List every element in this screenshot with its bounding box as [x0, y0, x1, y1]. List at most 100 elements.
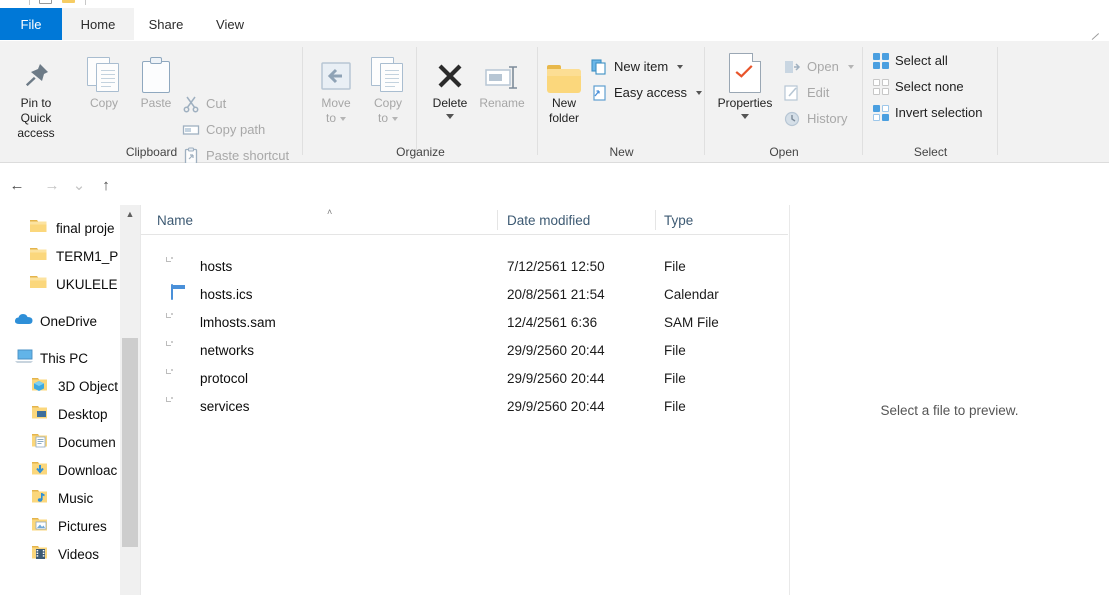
file-icon	[166, 256, 187, 276]
sidebar-item-downloads[interactable]: Downloac	[32, 456, 117, 484]
file-type: Calendar	[664, 286, 719, 302]
delete-button[interactable]: Delete	[420, 47, 480, 119]
table-row[interactable]: services 29/9/2560 20:44 File	[141, 392, 788, 420]
rename-button[interactable]: Rename	[472, 47, 532, 111]
sidebar-item-onedrive[interactable]: OneDrive	[14, 307, 97, 335]
edit-button[interactable]: Edit	[783, 80, 829, 105]
group-label-open: Open	[769, 145, 799, 159]
select-all-icon	[873, 52, 889, 69]
pictures-icon	[32, 517, 50, 535]
preview-message: Select a file to preview.	[880, 403, 1019, 418]
cut-label: Cut	[206, 96, 227, 111]
select-all-button[interactable]: Select all	[873, 48, 948, 73]
open-button[interactable]: Open	[783, 54, 854, 79]
properties-icon	[709, 47, 781, 93]
sidebar-item-desktop[interactable]: Desktop	[32, 400, 108, 428]
cut-button[interactable]: Cut	[182, 91, 226, 116]
new-folder-button[interactable]: New folder	[534, 47, 594, 126]
window-icon[interactable]	[39, 0, 53, 5]
column-header-type[interactable]: Type	[664, 205, 693, 235]
copy-icon	[74, 47, 134, 93]
table-row[interactable]: hosts.ics 20/8/2561 21:54 Calendar	[141, 280, 788, 308]
sidebar-item-videos[interactable]: Videos	[32, 540, 99, 568]
navigation-pane-scrollbar[interactable]: ▲	[120, 205, 140, 595]
calendar-file-icon	[171, 283, 187, 304]
pin-to-quick-access-button[interactable]: Pin to Quick access	[4, 47, 68, 141]
folder-icon	[30, 275, 48, 293]
sidebar-label: final proje	[56, 220, 115, 236]
copy-to-button[interactable]: Copy to	[358, 47, 418, 126]
sidebar-item-pictures[interactable]: Pictures	[32, 512, 107, 540]
table-row[interactable]: lmhosts.sam 12/4/2561 6:36 SAM File	[141, 308, 788, 336]
sidebar-label: OneDrive	[40, 313, 98, 329]
easy-access-icon	[590, 84, 608, 102]
file-type: File	[664, 398, 686, 414]
select-none-button[interactable]: Select none	[873, 74, 964, 99]
scroll-up-icon[interactable]: ▲	[120, 205, 140, 222]
pin-label-line1: Pin to Quick	[20, 96, 52, 125]
sidebar-item-ukulele[interactable]: UKULELE	[30, 270, 118, 298]
properties-button[interactable]: Properties	[709, 47, 781, 119]
easy-access-caret-icon[interactable]	[695, 90, 702, 95]
sidebar-label: UKULELE	[56, 276, 118, 292]
file-type: File	[664, 258, 686, 274]
move-to-caret-icon[interactable]	[340, 116, 346, 121]
copy-path-icon	[182, 121, 200, 139]
file-type: File	[664, 370, 686, 386]
videos-icon	[32, 545, 50, 563]
history-label: History	[807, 111, 848, 126]
sidebar-item-term1[interactable]: TERM1_P	[30, 242, 118, 270]
column-divider-2[interactable]	[655, 210, 656, 230]
copy-button[interactable]: Copy	[74, 47, 134, 111]
delete-caret-icon[interactable]	[446, 114, 454, 119]
tab-view[interactable]: View	[198, 8, 262, 41]
new-item-caret-icon[interactable]	[677, 64, 684, 69]
organize-inner-divider	[416, 47, 417, 155]
table-row[interactable]: hosts 7/12/2561 12:50 File	[141, 252, 788, 280]
table-row[interactable]: networks 29/9/2560 20:44 File	[141, 336, 788, 364]
easy-access-button[interactable]: Easy access	[590, 80, 702, 105]
sidebar-item-music[interactable]: Music	[32, 484, 93, 512]
column-header-date-modified[interactable]: Date modified	[507, 205, 590, 235]
preview-pane: Select a file to preview.	[789, 205, 1109, 595]
tab-share[interactable]: Share	[134, 8, 198, 41]
sidebar-item-this-pc[interactable]: This PC	[14, 344, 88, 372]
sidebar-item-documents[interactable]: Documen	[32, 428, 116, 456]
downloads-icon	[32, 461, 50, 479]
back-button[interactable]: ←	[6, 174, 28, 196]
history-button[interactable]: History	[783, 106, 847, 131]
forward-button[interactable]: →	[41, 174, 63, 196]
qat-divider-2	[85, 0, 86, 5]
file-explorer-window: File Home Share View Pin to Quick access	[0, 0, 1109, 595]
copy-to-label1: Copy	[373, 96, 402, 110]
scrollbar-thumb[interactable]	[122, 338, 138, 547]
folder-icon[interactable]	[62, 0, 76, 5]
paste-button[interactable]: Paste	[126, 47, 186, 111]
recent-locations-button[interactable]: ⌄	[68, 174, 90, 196]
copy-path-button[interactable]: Copy path	[182, 117, 265, 142]
sidebar-label: 3D Object	[58, 378, 119, 394]
column-header-name[interactable]: Name	[157, 205, 193, 235]
copy-to-caret-icon[interactable]	[392, 116, 398, 121]
sidebar-item-3d-objects[interactable]: 3D Object	[32, 372, 118, 400]
move-to-button[interactable]: Move to	[306, 47, 366, 126]
chevron-icon[interactable]	[6, 0, 20, 5]
tab-home[interactable]: Home	[62, 8, 134, 41]
sidebar-item-final-project[interactable]: final proje	[30, 214, 115, 242]
select-none-label: Select none	[895, 79, 964, 94]
ribbon-tab-strip: File Home Share View	[0, 8, 1109, 41]
column-divider-1[interactable]	[497, 210, 498, 230]
move-to-label2: to	[325, 111, 336, 125]
file-name: networks	[200, 342, 255, 358]
rename-label: Rename	[479, 96, 525, 110]
sidebar-label: Downloac	[58, 462, 118, 478]
invert-selection-button[interactable]: Invert selection	[873, 100, 982, 125]
open-caret-icon[interactable]	[847, 64, 854, 69]
table-row[interactable]: protocol 29/9/2560 20:44 File	[141, 364, 788, 392]
up-button[interactable]: ↑	[95, 174, 117, 196]
file-date: 29/9/2560 20:44	[507, 370, 605, 386]
address-bar-row: ← → ⌄ ↑ › This PC › Windows (C:) › Windo…	[0, 163, 1109, 360]
properties-caret-icon[interactable]	[741, 114, 749, 119]
new-item-button[interactable]: New item	[590, 54, 684, 79]
tab-file[interactable]: File	[0, 8, 62, 41]
